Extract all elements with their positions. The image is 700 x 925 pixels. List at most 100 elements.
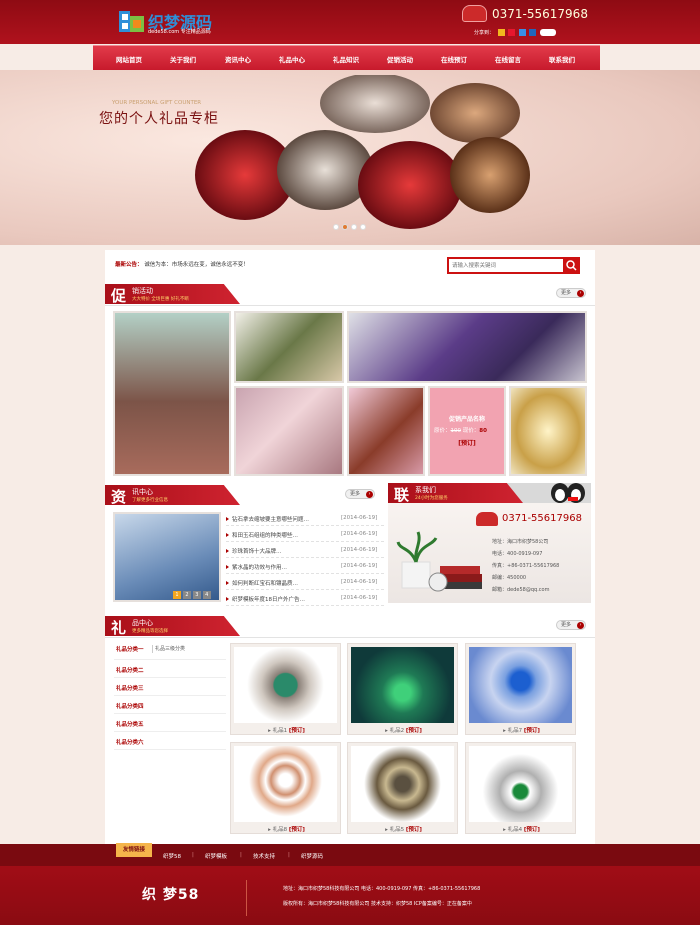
search-button[interactable] <box>563 257 580 274</box>
promo-feature-card[interactable]: 促销产品名称 原价：100 现价：80 [预订] <box>428 386 506 476</box>
nav-guestbook[interactable]: 在线留言 <box>495 54 521 64</box>
banner-dot-active[interactable] <box>342 224 348 230</box>
share-weibo-icon[interactable] <box>508 29 516 36</box>
promo-image-heart[interactable] <box>234 386 344 476</box>
product-card[interactable]: ▸ 礼品8 [预订] <box>230 742 341 834</box>
banner-dot[interactable] <box>333 224 339 230</box>
qq-penguin-icon[interactable] <box>548 478 588 504</box>
gift-category-item[interactable]: 礼品分类一 礼品三级分类 <box>114 642 226 660</box>
news-row[interactable]: 如何判断红宝石和镶晶质… [2014-06-19] <box>226 575 384 590</box>
news-more-button[interactable]: 更多 › <box>345 489 375 499</box>
banner-dot[interactable] <box>351 224 357 230</box>
product-book-link[interactable]: [预订] <box>524 827 540 833</box>
product-card[interactable]: ▸ 礼品5 [预订] <box>347 742 458 834</box>
product-image[interactable] <box>351 746 454 822</box>
search-input[interactable] <box>452 261 560 271</box>
promo-image-gem-ring[interactable] <box>347 386 425 476</box>
news-image[interactable]: ​ 1 2 3 4 <box>113 512 221 602</box>
share-tencent-icon[interactable] <box>518 29 526 36</box>
footer-divider <box>246 880 247 916</box>
promo-desc: 大大特价 全场巨惠 好礼不断 <box>132 297 189 302</box>
news-page-4[interactable]: 4 <box>202 591 211 599</box>
share-more-icon[interactable] <box>539 29 556 36</box>
product-image[interactable] <box>351 647 454 723</box>
news-image-pager: 1 2 3 4 <box>173 591 211 599</box>
nav-promotions[interactable]: 促销活动 <box>387 54 413 64</box>
hero-banner[interactable] <box>0 70 700 245</box>
contact-details: 地址：海口市织梦58公司 电话：400-0919-097 传真：+86-0371… <box>492 538 592 598</box>
share-bar: 分享到： <box>474 29 574 39</box>
product-caption: ▸ 礼品5 [预订] <box>385 827 422 833</box>
nav-contact[interactable]: 联系我们 <box>549 54 575 64</box>
product-image[interactable] <box>469 746 572 822</box>
nav-news[interactable]: 资讯中心 <box>225 54 251 64</box>
nav-booking[interactable]: 在线预订 <box>441 54 467 64</box>
news-page-3[interactable]: 3 <box>192 591 201 599</box>
gift-category-item[interactable]: 礼品分类二 <box>114 660 226 678</box>
notice-text[interactable]: 诚信为本：市场永远在变，诚信永远不变！ <box>144 262 249 268</box>
promo-image-gold-brooch[interactable] <box>509 386 587 476</box>
friend-link[interactable]: 织梦源码 <box>301 852 323 860</box>
contact-title-big: 联 <box>394 486 410 504</box>
product-book-link[interactable]: [预订] <box>406 827 422 833</box>
promo-image-rings[interactable] <box>234 311 344 383</box>
product-card[interactable]: ▸ 礼品4 [预订] <box>465 742 576 834</box>
logo-mark-icon <box>118 10 146 34</box>
site-logo[interactable]: 织梦源码 dede58.com 专注精品源码 <box>118 7 228 37</box>
news-image-decor: ​ <box>121 528 125 544</box>
footer-copyright-line: 版权所有：海口市织梦58科技有限公司 技术支持：织梦58 ICP备案编号：正在备… <box>283 901 472 907</box>
contact-title: 系我们 <box>415 486 436 494</box>
news-row[interactable]: 紫水晶的功效与作用… [2014-06-19] <box>226 559 384 574</box>
news-page-1[interactable]: 1 <box>173 591 181 599</box>
banner-jewelry-image <box>195 75 530 229</box>
gift-subcategory-link[interactable]: 礼品三级分类 <box>152 645 188 653</box>
product-book-link[interactable]: [预订] <box>524 728 540 734</box>
divider <box>105 637 595 638</box>
share-renren-icon[interactable] <box>529 29 537 36</box>
news-row[interactable]: 珍珠首饰十大品牌… [2014-06-19] <box>226 543 384 558</box>
contact-address: 地址：海口市织梦58公司 <box>492 539 549 545</box>
gift-category-item[interactable]: 礼品分类六 <box>114 732 226 750</box>
friend-link[interactable]: 织梦模板 <box>205 852 227 860</box>
banner-title: 您的个人礼品专柜 <box>99 111 219 127</box>
share-qzone-icon[interactable] <box>497 29 505 36</box>
contact-desc: 24小时为您服务 <box>415 496 448 501</box>
nav-home[interactable]: 网站首页 <box>116 54 142 64</box>
product-card[interactable]: ▸ 礼品1 [预订] <box>230 643 341 735</box>
news-row[interactable]: 织梦模板年度18日户外广告… [2014-06-19] <box>226 591 384 606</box>
product-book-link[interactable]: [预订] <box>289 728 305 734</box>
friend-link[interactable]: 技术支持 <box>253 852 275 860</box>
product-book-link[interactable]: [预订] <box>406 728 422 734</box>
product-image[interactable] <box>469 647 572 723</box>
news-row[interactable]: 钻石拿去缩坡要主意哪些问题… [2014-06-19] <box>226 511 384 526</box>
nav-gifts[interactable]: 礼品中心 <box>279 54 305 64</box>
share-label: 分享到： <box>474 30 495 36</box>
product-caption: ▸ 礼品7 [预订] <box>503 728 540 734</box>
gift-category-list: 礼品分类一 礼品三级分类 礼品分类二 礼品分类三 礼品分类四 礼品分类五 礼品分类… <box>114 642 226 762</box>
product-image[interactable] <box>234 647 337 723</box>
banner-pager <box>333 224 373 232</box>
banner-dot[interactable] <box>360 224 366 230</box>
site-footer <box>0 866 700 925</box>
product-book-link[interactable]: [预订] <box>289 827 305 833</box>
nav-about[interactable]: 关于我们 <box>170 54 196 64</box>
promo-image-bags[interactable] <box>113 311 231 476</box>
product-image[interactable] <box>234 746 337 822</box>
gifts-more-button[interactable]: 更多 › <box>556 620 586 630</box>
notice-label: 最新公告： <box>115 262 143 268</box>
contact-tel: 电话：400-0919-097 <box>492 551 543 557</box>
promo-more-button[interactable]: 更多 › <box>556 288 586 298</box>
contact-phone: 0371-55617968 <box>502 513 582 524</box>
product-card[interactable]: ▸ 礼品2 [预订] <box>347 643 458 735</box>
gift-category-item[interactable]: 礼品分类四 <box>114 696 226 714</box>
product-card[interactable]: ▸ 礼品7 [预订] <box>465 643 576 735</box>
friend-link[interactable]: 织梦58 <box>163 852 181 860</box>
gift-category-item[interactable]: 礼品分类五 <box>114 714 226 732</box>
promo-book-link[interactable]: [预订] <box>430 438 504 447</box>
promo-image-brooch[interactable] <box>347 311 587 383</box>
nav-knowledge[interactable]: 礼品知识 <box>333 54 359 64</box>
contact-email[interactable]: 邮箱：dede58@qq.com <box>492 586 549 593</box>
gift-category-item[interactable]: 礼品分类三 <box>114 678 226 696</box>
news-row[interactable]: 和田玉石组组的种类哪些… [2014-06-19] <box>226 527 384 542</box>
news-page-2[interactable]: 2 <box>182 591 191 599</box>
